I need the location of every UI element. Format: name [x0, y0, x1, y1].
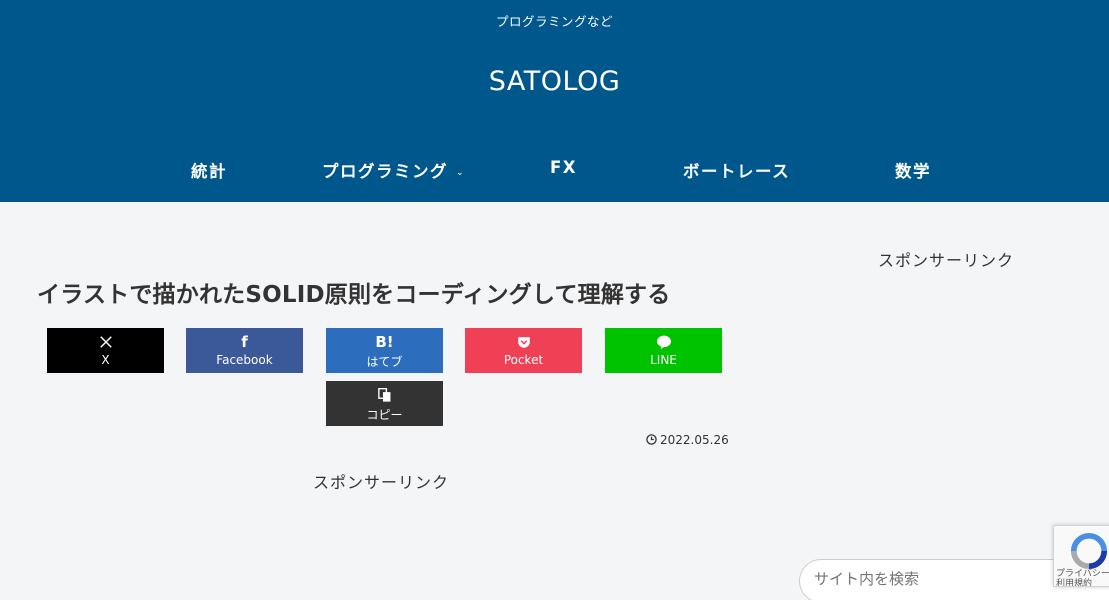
- nav-item-label: FX: [550, 158, 577, 177]
- share-facebook-button[interactable]: f Facebook: [186, 328, 303, 373]
- nav-item-label: プログラミング: [322, 162, 448, 181]
- site-header: プログラミングなど SATOLOG 統計 プログラミング ⌄ FX ボートレース …: [0, 0, 1109, 202]
- share-label: Facebook: [216, 353, 273, 367]
- site-tagline: プログラミングなど: [495, 14, 613, 29]
- hatena-bookmark-icon: B!: [375, 333, 394, 351]
- recaptcha-badge[interactable]: プライバシー 利用規約: [1053, 525, 1109, 587]
- share-x-button[interactable]: X: [47, 328, 164, 373]
- sidebar-sponsor-link-label: スポンサーリンク: [878, 251, 1015, 270]
- share-label: LINE: [650, 353, 677, 367]
- copy-icon: [326, 386, 443, 404]
- pocket-icon: [465, 333, 582, 351]
- nav-item-label: 統計: [191, 162, 227, 181]
- recaptcha-privacy[interactable]: プライバシー: [1056, 569, 1109, 579]
- article-title: イラストで描かれたSOLID原則をコーディングして理解する: [37, 282, 671, 308]
- search-input[interactable]: [814, 570, 1054, 588]
- share-label: Pocket: [503, 353, 544, 367]
- share-label: X: [101, 353, 110, 367]
- line-icon: [605, 333, 722, 351]
- recaptcha-icon: [1070, 532, 1108, 574]
- chevron-down-icon: ⌄: [456, 168, 466, 178]
- nav-item-fx[interactable]: FX: [550, 158, 577, 184]
- nav-item-statistics[interactable]: 統計: [191, 158, 227, 184]
- recaptcha-terms[interactable]: 利用規約: [1056, 579, 1109, 586]
- facebook-icon: f: [241, 333, 248, 351]
- clock-icon: [646, 433, 657, 447]
- share-pocket-button[interactable]: Pocket: [465, 328, 582, 373]
- share-label: コピー: [366, 408, 403, 422]
- recaptcha-links[interactable]: プライバシー 利用規約: [1056, 569, 1109, 586]
- sponsor-link-label: スポンサーリンク: [313, 473, 450, 492]
- nav-item-math[interactable]: 数学: [895, 158, 931, 184]
- nav-item-programming[interactable]: プログラミング ⌄: [322, 158, 465, 184]
- nav-item-label: 数学: [895, 162, 931, 181]
- nav-item-label: ボートレース: [683, 162, 791, 181]
- post-date-text: 2022.05.26: [660, 433, 729, 447]
- share-label: はてブ: [366, 355, 403, 369]
- x-icon: [47, 333, 164, 351]
- share-copy-button[interactable]: コピー: [326, 381, 443, 426]
- share-hatena-button[interactable]: B! はてブ: [326, 328, 443, 373]
- site-title[interactable]: SATOLOG: [0, 66, 1109, 97]
- share-line-button[interactable]: LINE: [605, 328, 722, 373]
- nav-item-boatrace[interactable]: ボートレース: [683, 158, 790, 184]
- post-date: 2022.05.26: [646, 433, 729, 447]
